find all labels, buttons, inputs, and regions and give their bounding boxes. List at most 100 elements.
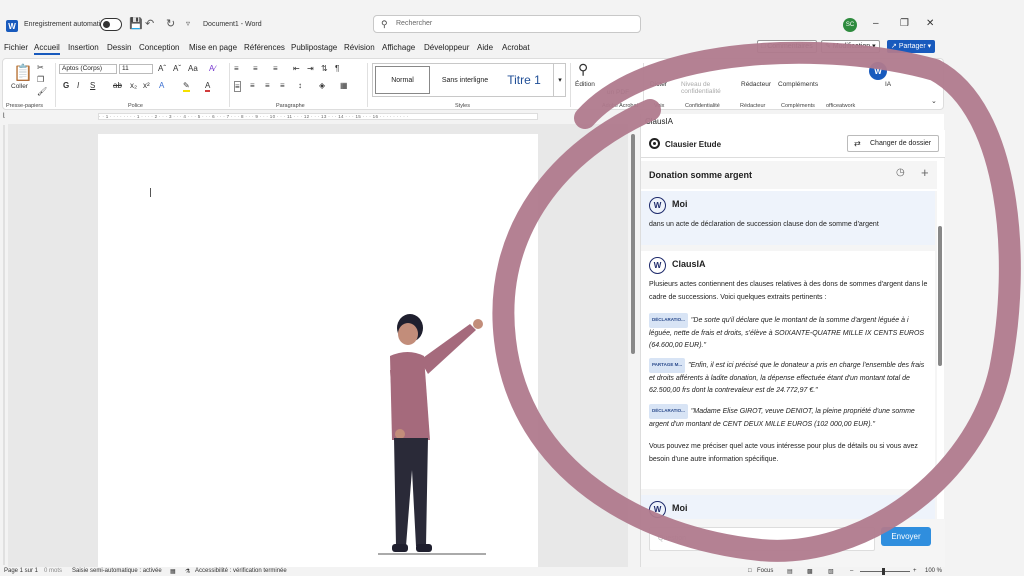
tab-revision[interactable]: Révision xyxy=(344,43,375,52)
minimize-icon[interactable]: – xyxy=(873,18,879,29)
confidentiality-label[interactable]: Niveau de confidentialité xyxy=(681,81,731,95)
proofing-icon[interactable]: ▦ xyxy=(170,568,176,575)
undo-icon[interactable]: ↶ xyxy=(145,17,154,30)
pdf-label[interactable]: un PDF xyxy=(607,89,629,96)
tab-dessin[interactable]: Dessin xyxy=(107,43,131,52)
comments-button[interactable]: □ Commentaires xyxy=(757,40,817,53)
focus-button[interactable]: Focus xyxy=(757,568,773,574)
tab-acrobat[interactable]: Acrobat xyxy=(502,43,530,52)
zoom-slider-thumb[interactable] xyxy=(882,568,885,575)
read-mode-icon[interactable]: ▤ xyxy=(787,568,793,575)
copy-icon[interactable]: ❐ xyxy=(37,75,44,84)
clausia-addin-icon[interactable]: W xyxy=(869,62,887,80)
format-painter-icon[interactable]: 🖌 xyxy=(37,87,47,96)
tab-conception[interactable]: Conception xyxy=(139,43,179,52)
numbering-icon[interactable]: ≡ xyxy=(253,64,258,73)
addins-label[interactable]: Compléments xyxy=(778,81,818,88)
decrease-indent-icon[interactable]: ⇤ xyxy=(293,64,300,73)
document-scrollbar-thumb[interactable] xyxy=(631,134,635,354)
clear-format-icon[interactable]: A∕ xyxy=(209,64,216,73)
search-input[interactable]: ⚲ Rechercher xyxy=(373,15,641,33)
print-layout-icon[interactable]: ▩ xyxy=(807,568,813,575)
align-left-icon[interactable]: ≡ xyxy=(234,81,241,92)
zoom-slider[interactable] xyxy=(860,571,910,572)
change-case-icon[interactable]: Aa xyxy=(188,64,198,73)
italic-icon[interactable]: I xyxy=(77,81,79,90)
tab-insertion[interactable]: Insertion xyxy=(68,43,99,52)
edit-label[interactable]: Édition xyxy=(575,81,595,88)
close-icon[interactable]: ✕ xyxy=(926,18,934,29)
paste-label[interactable]: Coller xyxy=(11,83,28,90)
highlight-icon[interactable]: ✎ xyxy=(183,81,190,92)
tab-accueil[interactable]: Accueil xyxy=(34,43,60,55)
accessibility-status[interactable]: Accessibilité : vérification terminée xyxy=(195,568,287,574)
ribbon-collapse-icon[interactable]: ⌄ xyxy=(931,97,937,105)
ruler-marks[interactable]: · · 1 · · · · · · · · 1 · · · · 2 · · · … xyxy=(98,113,538,120)
ia-label[interactable]: IA xyxy=(885,81,891,88)
pane-scrollbar-thumb[interactable] xyxy=(938,226,942,366)
autocomplete-status[interactable]: Saisie semi-automatique : activée xyxy=(72,568,162,574)
line-spacing-icon[interactable]: ↕ xyxy=(298,81,302,90)
pilcrow-icon[interactable]: ¶ xyxy=(335,64,339,73)
font-size-select[interactable]: 11 xyxy=(119,64,153,74)
save-icon[interactable]: 💾 xyxy=(129,17,143,30)
question-input[interactable]: Question xyxy=(649,527,875,551)
tab-selector-icon[interactable]: ⌊ xyxy=(3,112,5,119)
increase-indent-icon[interactable]: ⇥ xyxy=(307,64,314,73)
excerpt-tag[interactable]: PARTAGE M... xyxy=(649,358,686,373)
customize-toolbar-icon[interactable]: ▿ xyxy=(186,19,190,28)
tab-aide[interactable]: Aide xyxy=(477,43,493,52)
strikethrough-icon[interactable]: ab xyxy=(113,81,122,90)
multilevel-list-icon[interactable]: ≡ xyxy=(273,64,278,73)
style-no-spacing[interactable]: Sans interligne xyxy=(435,66,495,94)
justify-icon[interactable]: ≡ xyxy=(280,81,285,90)
align-center-icon[interactable]: ≡ xyxy=(250,81,255,90)
web-layout-icon[interactable]: ▧ xyxy=(828,568,834,575)
page-count[interactable]: Page 1 sur 1 xyxy=(4,568,38,574)
sort-icon[interactable]: ⇅ xyxy=(321,64,328,73)
cut-icon[interactable]: ✂ xyxy=(37,63,44,72)
bold-icon[interactable]: G xyxy=(63,81,69,90)
grow-font-icon[interactable]: Aˆ xyxy=(158,64,166,73)
font-name-select[interactable]: Aptos (Corps) xyxy=(59,64,117,74)
tab-references[interactable]: Références xyxy=(244,43,285,52)
modification-button[interactable]: ✎ Modification ▾ xyxy=(821,40,880,53)
shrink-font-icon[interactable]: Aˇ xyxy=(173,64,181,73)
excerpt-tag[interactable]: DÉCLARATIO... xyxy=(649,404,688,419)
excerpt-tag[interactable]: DÉCLARATIO... xyxy=(649,313,688,328)
align-right-icon[interactable]: ≡ xyxy=(265,81,270,90)
tab-mise-en-page[interactable]: Mise en page xyxy=(189,43,237,52)
zoom-out-icon[interactable]: – xyxy=(850,568,853,574)
zoom-in-icon[interactable]: + xyxy=(913,568,917,574)
restore-icon[interactable]: ❐ xyxy=(900,18,909,29)
change-folder-button[interactable]: ⇄ Changer de dossier xyxy=(847,135,939,152)
styles-more-icon[interactable]: ▾ xyxy=(553,64,566,96)
send-button[interactable]: Envoyer xyxy=(881,527,931,546)
autosave-toggle[interactable] xyxy=(100,18,122,31)
editor-label[interactable]: Rédacteur xyxy=(741,81,771,88)
underline-icon[interactable]: S xyxy=(90,81,95,90)
document-scrollbar[interactable] xyxy=(630,124,636,567)
style-normal[interactable]: Normal xyxy=(375,66,430,94)
find-icon[interactable]: ⚲ xyxy=(578,61,588,78)
style-title1[interactable]: Titre 1 xyxy=(499,66,549,94)
tab-publipostage[interactable]: Publipostage xyxy=(291,43,337,52)
word-count[interactable]: 0 mots xyxy=(44,568,62,574)
tab-affichage[interactable]: Affichage xyxy=(382,43,415,52)
redo-icon[interactable]: ↻ xyxy=(166,17,175,30)
history-icon[interactable]: ◷ xyxy=(896,167,905,178)
tab-developpeur[interactable]: Développeur xyxy=(424,43,469,52)
subscript-icon[interactable]: x₂ xyxy=(130,81,137,90)
font-color-icon[interactable]: A xyxy=(205,81,211,92)
share-button[interactable]: ↗ Partager ▾ xyxy=(887,40,936,53)
shading-icon[interactable]: ◈ xyxy=(319,81,325,90)
add-conversation-icon[interactable]: + xyxy=(921,165,929,180)
avatar[interactable]: SC xyxy=(843,18,857,32)
dictate-label[interactable]: Dicter xyxy=(650,81,667,88)
borders-icon[interactable]: ▦ xyxy=(340,81,348,90)
zoom-level[interactable]: 100 % xyxy=(925,568,942,574)
tab-fichier[interactable]: Fichier xyxy=(4,43,28,52)
superscript-icon[interactable]: x² xyxy=(143,81,150,90)
paste-icon[interactable]: 📋 xyxy=(13,63,33,83)
bullets-icon[interactable]: ≡ xyxy=(234,64,239,73)
